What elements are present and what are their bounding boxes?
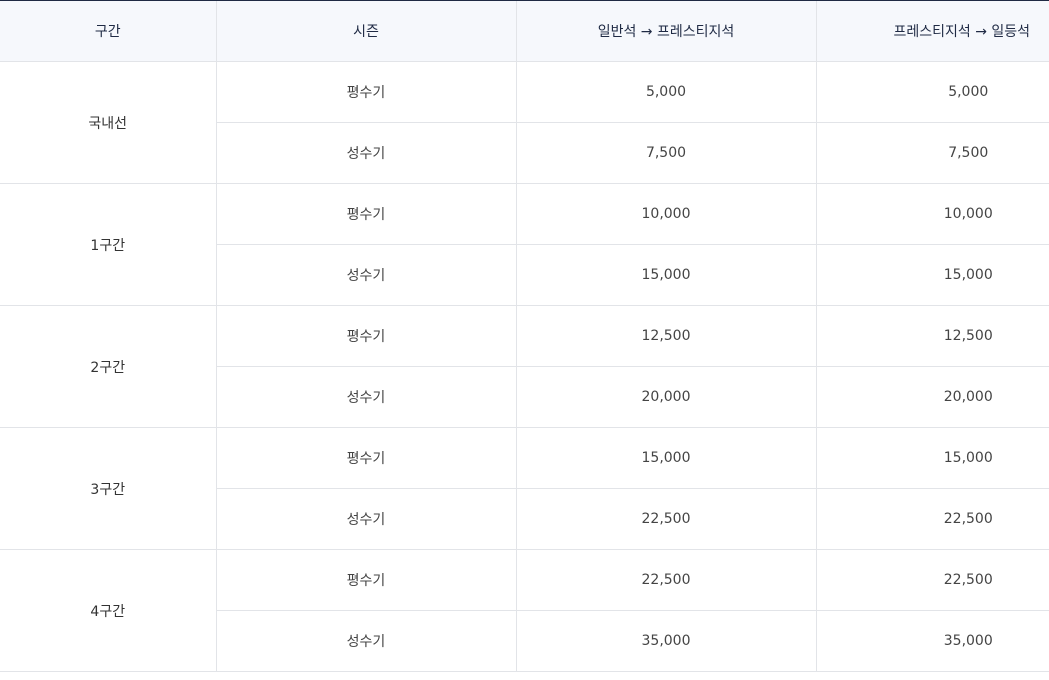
- prestige-to-first-cell: 10,000: [815, 183, 1049, 245]
- header-prestige-to-first: 프레스티지석 → 일등석: [815, 0, 1049, 62]
- section-name-cell: 1구간: [0, 183, 216, 306]
- economy-to-prestige-cell: 15,000: [515, 244, 816, 306]
- season-cell: 성수기: [215, 610, 516, 672]
- prestige-to-first-cell: 15,000: [815, 427, 1049, 489]
- economy-to-prestige-cell: 5,000: [515, 61, 816, 123]
- economy-to-prestige-cell: 22,500: [515, 549, 816, 611]
- mileage-upgrade-table-container: 구간 시즌 일반석 → 프레스티지석 프레스티지석 → 일등석 국내선 평수기 …: [0, 0, 1049, 680]
- economy-to-prestige-cell: 15,000: [515, 427, 816, 489]
- economy-to-prestige-cell: 20,000: [515, 366, 816, 428]
- season-cell: 평수기: [215, 549, 516, 611]
- prestige-to-first-cell: 15,000: [815, 244, 1049, 306]
- prestige-to-first-cell: 12,500: [815, 305, 1049, 367]
- header-economy-to-prestige: 일반석 → 프레스티지석: [515, 0, 816, 62]
- season-cell: 평수기: [215, 305, 516, 367]
- prestige-to-first-cell: 22,500: [815, 488, 1049, 550]
- economy-to-prestige-cell: 12,500: [515, 305, 816, 367]
- economy-to-prestige-cell: 35,000: [515, 610, 816, 672]
- table-row: 4구간 평수기 22,500 22,500: [0, 549, 1049, 672]
- header-section: 구간: [0, 0, 216, 62]
- season-cell: 성수기: [215, 488, 516, 550]
- season-cell: 성수기: [215, 366, 516, 428]
- header-season: 시즌: [215, 0, 516, 62]
- table-header: 구간 시즌 일반석 → 프레스티지석 프레스티지석 → 일등석: [0, 0, 1049, 62]
- section-name-cell: 2구간: [0, 305, 216, 428]
- section-name-cell: 국내선: [0, 61, 216, 184]
- table-row: 1구간 평수기 10,000 10,000: [0, 183, 1049, 306]
- economy-to-prestige-cell: 10,000: [515, 183, 816, 245]
- season-cell: 성수기: [215, 122, 516, 184]
- table-row: 3구간 평수기 15,000 15,000: [0, 427, 1049, 550]
- prestige-to-first-cell: 35,000: [815, 610, 1049, 672]
- prestige-to-first-cell: 22,500: [815, 549, 1049, 611]
- table-row: 2구간 평수기 12,500 12,500: [0, 305, 1049, 428]
- section-name-cell: 3구간: [0, 427, 216, 550]
- prestige-to-first-cell: 5,000: [815, 61, 1049, 123]
- prestige-to-first-cell: 20,000: [815, 366, 1049, 428]
- table-row: 국내선 평수기 5,000 5,000: [0, 61, 1049, 184]
- table-body: 국내선 평수기 5,000 5,000 성수기 7,500 7,500 1구간 …: [0, 61, 1049, 672]
- season-cell: 성수기: [215, 244, 516, 306]
- section-name-cell: 4구간: [0, 549, 216, 672]
- economy-to-prestige-cell: 7,500: [515, 122, 816, 184]
- mileage-upgrade-table: 구간 시즌 일반석 → 프레스티지석 프레스티지석 → 일등석 국내선 평수기 …: [0, 0, 1049, 672]
- season-cell: 평수기: [215, 183, 516, 245]
- economy-to-prestige-cell: 22,500: [515, 488, 816, 550]
- prestige-to-first-cell: 7,500: [815, 122, 1049, 184]
- season-cell: 평수기: [215, 61, 516, 123]
- season-cell: 평수기: [215, 427, 516, 489]
- header-row: 구간 시즌 일반석 → 프레스티지석 프레스티지석 → 일등석: [0, 0, 1049, 62]
